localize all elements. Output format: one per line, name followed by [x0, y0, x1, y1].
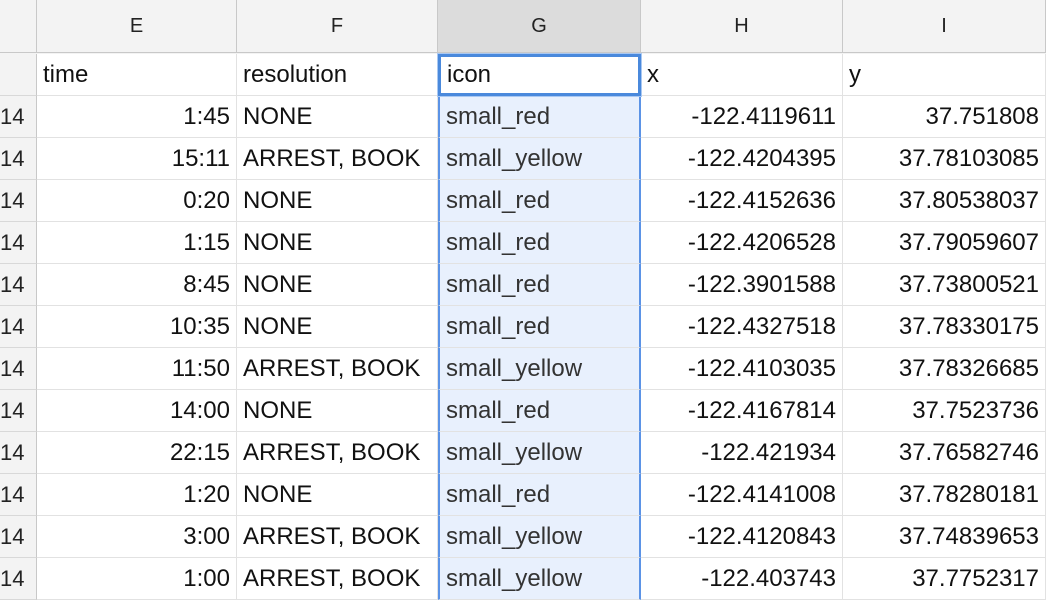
cell-icon[interactable]: small_yellow [438, 138, 641, 180]
cell-time[interactable]: 15:11 [37, 138, 237, 180]
cell-resolution[interactable]: ARREST, BOOK [237, 516, 438, 558]
row-number[interactable]: 14 [0, 516, 37, 558]
cell-time[interactable]: 8:45 [37, 264, 237, 306]
cell-resolution[interactable]: ARREST, BOOK [237, 348, 438, 390]
cell-icon[interactable]: small_yellow [438, 558, 641, 600]
cell-x[interactable]: -122.4204395 [641, 138, 843, 180]
cell-x[interactable]: -122.4103035 [641, 348, 843, 390]
cell-time[interactable]: 1:00 [37, 558, 237, 600]
row-number[interactable]: 14 [0, 474, 37, 516]
cell-time[interactable]: 0:20 [37, 180, 237, 222]
column-header-f[interactable]: F [237, 0, 438, 53]
cell-y[interactable]: 37.7752317 [843, 558, 1046, 600]
cell-y[interactable]: 37.76582746 [843, 432, 1046, 474]
table-row: 14 1:15 NONE small_red -122.4206528 37.790596… [0, 222, 1046, 264]
table-row: 14 1:00 ARREST, BOOK small_yellow -122.40374… [0, 558, 1046, 600]
table-row: 14 8:45 NONE small_red -122.3901588 37.738005… [0, 264, 1046, 306]
cell-icon[interactable]: small_yellow [438, 348, 641, 390]
column-header-g[interactable]: G [438, 0, 641, 53]
header-cell-y[interactable]: y [843, 54, 1046, 96]
column-header-h[interactable]: H [641, 0, 843, 53]
table-row: 14 11:50 ARREST, BOOK small_yellow -122.4103… [0, 348, 1046, 390]
cell-icon[interactable]: small_red [438, 264, 641, 306]
column-header-i[interactable]: I [843, 0, 1046, 53]
cell-x[interactable]: -122.3901588 [641, 264, 843, 306]
table-row: 14 1:45 NONE small_red -122.4119611 37.751808 [0, 96, 1046, 138]
table-header-row: time resolution icon x y [0, 54, 1046, 96]
cell-icon[interactable]: small_red [438, 306, 641, 348]
row-header-corner[interactable] [0, 0, 37, 53]
row-number[interactable]: 14 [0, 348, 37, 390]
cell-x[interactable]: -122.421934 [641, 432, 843, 474]
row-number[interactable] [0, 54, 37, 96]
table-row: 14 15:11 ARREST, BOOK small_yellow -122.4204… [0, 138, 1046, 180]
cell-x[interactable]: -122.4119611 [641, 96, 843, 138]
row-number[interactable]: 14 [0, 96, 37, 138]
cell-y[interactable]: 37.78326685 [843, 348, 1046, 390]
header-cell-time[interactable]: time [37, 54, 237, 96]
cell-x[interactable]: -122.4152636 [641, 180, 843, 222]
cell-icon[interactable]: small_red [438, 474, 641, 516]
cell-time[interactable]: 1:45 [37, 96, 237, 138]
cell-icon[interactable]: small_red [438, 96, 641, 138]
cell-y[interactable]: 37.73800521 [843, 264, 1046, 306]
cell-icon[interactable]: small_red [438, 180, 641, 222]
spreadsheet-grid: E F G H I time resolution icon x y 14 1:4… [0, 0, 1046, 608]
cell-resolution[interactable]: NONE [237, 474, 438, 516]
cell-icon[interactable]: small_red [438, 390, 641, 432]
cell-resolution[interactable]: ARREST, BOOK [237, 432, 438, 474]
header-cell-x[interactable]: x [641, 54, 843, 96]
cell-resolution[interactable]: NONE [237, 306, 438, 348]
column-header-e[interactable]: E [37, 0, 237, 53]
row-number[interactable]: 14 [0, 306, 37, 348]
cell-y[interactable]: 37.74839653 [843, 516, 1046, 558]
row-number[interactable]: 14 [0, 264, 37, 306]
cell-x[interactable]: -122.403743 [641, 558, 843, 600]
active-cell-icon-header[interactable]: icon [438, 54, 641, 96]
cell-y[interactable]: 37.7523736 [843, 390, 1046, 432]
cell-y[interactable]: 37.80538037 [843, 180, 1046, 222]
cell-time[interactable]: 11:50 [37, 348, 237, 390]
row-number[interactable]: 14 [0, 180, 37, 222]
cell-y[interactable]: 37.78280181 [843, 474, 1046, 516]
cell-x[interactable]: -122.4120843 [641, 516, 843, 558]
cell-time[interactable]: 14:00 [37, 390, 237, 432]
cell-icon[interactable]: small_yellow [438, 516, 641, 558]
cell-y[interactable]: 37.78330175 [843, 306, 1046, 348]
column-header-row: E F G H I [0, 0, 1046, 54]
cell-x[interactable]: -122.4167814 [641, 390, 843, 432]
cell-resolution[interactable]: NONE [237, 96, 438, 138]
cell-y[interactable]: 37.79059607 [843, 222, 1046, 264]
cell-icon[interactable]: small_yellow [438, 432, 641, 474]
cell-y[interactable]: 37.751808 [843, 96, 1046, 138]
table-row: 14 1:20 NONE small_red -122.4141008 37.782801… [0, 474, 1046, 516]
row-number[interactable]: 14 [0, 222, 37, 264]
cell-resolution[interactable]: ARREST, BOOK [237, 558, 438, 600]
cell-resolution[interactable]: ARREST, BOOK [237, 138, 438, 180]
cell-time[interactable]: 1:15 [37, 222, 237, 264]
table-row: 14 14:00 NONE small_red -122.4167814 37.75237… [0, 390, 1046, 432]
table-row: 14 10:35 NONE small_red -122.4327518 37.78330… [0, 306, 1046, 348]
table-row: 14 22:15 ARREST, BOOK small_yellow -122.4219… [0, 432, 1046, 474]
row-number[interactable]: 14 [0, 138, 37, 180]
cell-time[interactable]: 22:15 [37, 432, 237, 474]
cell-resolution[interactable]: NONE [237, 264, 438, 306]
cell-resolution[interactable]: NONE [237, 222, 438, 264]
cell-x[interactable]: -122.4206528 [641, 222, 843, 264]
cell-x[interactable]: -122.4141008 [641, 474, 843, 516]
table-row: 14 0:20 NONE small_red -122.4152636 37.805380… [0, 180, 1046, 222]
row-number[interactable]: 14 [0, 558, 37, 600]
cell-resolution[interactable]: NONE [237, 390, 438, 432]
cell-time[interactable]: 3:00 [37, 516, 237, 558]
table-row: 14 3:00 ARREST, BOOK small_yellow -122.41208… [0, 516, 1046, 558]
header-cell-resolution[interactable]: resolution [237, 54, 438, 96]
cell-resolution[interactable]: NONE [237, 180, 438, 222]
cell-time[interactable]: 1:20 [37, 474, 237, 516]
cell-time[interactable]: 10:35 [37, 306, 237, 348]
cell-y[interactable]: 37.78103085 [843, 138, 1046, 180]
cell-icon[interactable]: small_red [438, 222, 641, 264]
row-number[interactable]: 14 [0, 390, 37, 432]
row-number[interactable]: 14 [0, 432, 37, 474]
cell-x[interactable]: -122.4327518 [641, 306, 843, 348]
